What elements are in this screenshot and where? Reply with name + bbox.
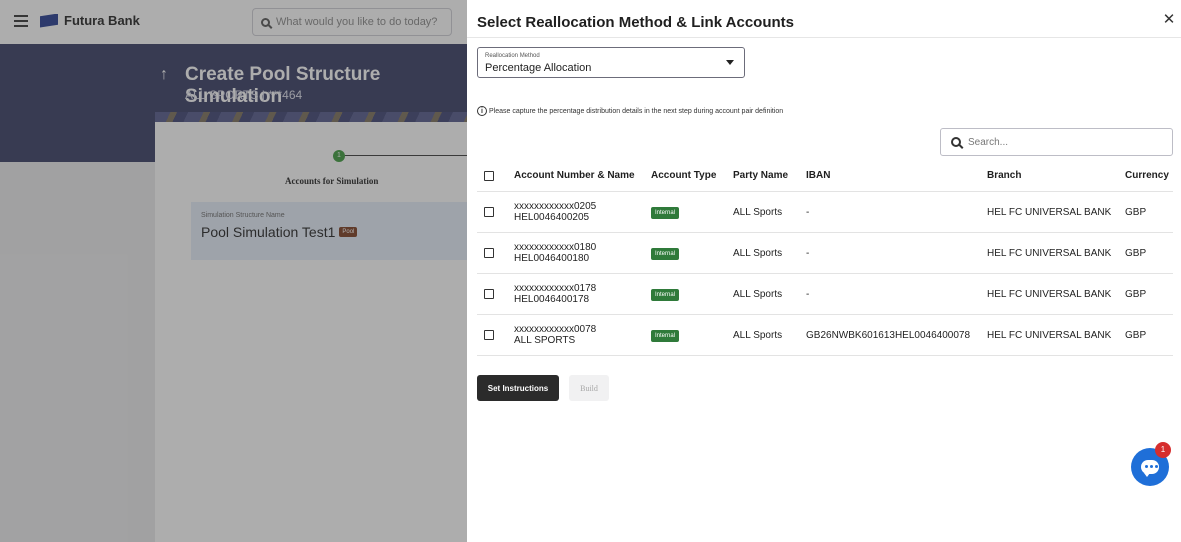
party-name: ALL Sports — [733, 288, 783, 300]
build-button: Build — [569, 375, 609, 401]
account-type-badge: Internal — [651, 288, 680, 301]
iban: - — [806, 247, 810, 259]
table-header: Account Number & Name Account Type Party… — [477, 160, 1173, 192]
background-app: Futura Bank What would you like to do to… — [0, 0, 467, 542]
branch: HEL FC UNIVERSAL BANK — [987, 247, 1112, 259]
account-number: xxxxxxxxxxxx0180 — [514, 242, 597, 253]
table-row[interactable]: xxxxxxxxxxxx0078 ALL SPORTS Internal ALL… — [477, 315, 1173, 356]
branch: HEL FC UNIVERSAL BANK — [987, 288, 1112, 300]
currency: GBP — [1125, 247, 1147, 259]
notification-badge: 1 — [1155, 442, 1171, 458]
account-name: HEL0046400180 — [514, 253, 590, 264]
branch: HEL FC UNIVERSAL BANK — [987, 329, 1112, 341]
chat-dots-icon — [1145, 465, 1158, 468]
account-search-placeholder: Search... — [968, 136, 1009, 148]
column-header-branch[interactable]: Branch — [975, 170, 1113, 181]
iban: GB26NWBK601613HEL0046400078 — [806, 329, 971, 341]
currency: GBP — [1125, 288, 1147, 300]
chevron-down-icon — [726, 60, 734, 65]
close-icon[interactable]: ✕ — [1161, 12, 1177, 28]
accounts-table: Account Number & Name Account Type Party… — [477, 160, 1173, 356]
column-header-type[interactable]: Account Type — [639, 170, 721, 181]
reallocation-drawer: Select Reallocation Method & Link Accoun… — [467, 0, 1181, 542]
currency: GBP — [1125, 206, 1147, 218]
account-name: HEL0046400178 — [514, 294, 590, 305]
account-type-badge: Internal — [651, 247, 680, 260]
account-cell: xxxxxxxxxxxx0178 HEL0046400178 — [502, 283, 639, 305]
select-all-checkbox[interactable] — [484, 170, 494, 181]
account-name: HEL0046400205 — [514, 212, 590, 223]
account-number: xxxxxxxxxxxx0178 — [514, 283, 597, 294]
account-cell: xxxxxxxxxxxx0078 ALL SPORTS — [502, 324, 639, 346]
party-name: ALL Sports — [733, 206, 783, 218]
column-header-iban[interactable]: IBAN — [794, 170, 975, 181]
iban: - — [806, 288, 810, 300]
reallocation-method-label: Reallocation Method — [485, 53, 540, 59]
column-header-account[interactable]: Account Number & Name — [502, 170, 639, 181]
row-checkbox[interactable] — [484, 248, 494, 258]
row-checkbox[interactable] — [484, 289, 494, 299]
row-checkbox[interactable] — [484, 330, 494, 340]
account-number: xxxxxxxxxxxx0078 — [514, 324, 597, 335]
party-name: ALL Sports — [733, 329, 783, 341]
account-type-badge: Internal — [651, 206, 680, 219]
header-divider — [467, 37, 1181, 38]
reallocation-method-value: Percentage Allocation — [485, 62, 592, 74]
account-cell: xxxxxxxxxxxx0180 HEL0046400180 — [502, 242, 639, 264]
iban: - — [806, 206, 810, 218]
set-instructions-button[interactable]: Set Instructions — [477, 375, 559, 401]
currency: GBP — [1125, 329, 1147, 341]
account-cell: xxxxxxxxxxxx0205 HEL0046400205 — [502, 201, 639, 223]
table-row[interactable]: xxxxxxxxxxxx0205 HEL0046400205 Internal … — [477, 192, 1173, 233]
account-number: xxxxxxxxxxxx0205 — [514, 201, 597, 212]
modal-overlay[interactable] — [0, 0, 467, 542]
info-icon: i — [477, 106, 487, 116]
account-name: ALL SPORTS — [514, 335, 576, 346]
info-message: i Please capture the percentage distribu… — [477, 106, 783, 116]
branch: HEL FC UNIVERSAL BANK — [987, 206, 1112, 218]
info-text: Please capture the percentage distributi… — [489, 107, 784, 115]
column-header-currency[interactable]: Currency — [1113, 170, 1173, 181]
account-type-badge: Internal — [651, 329, 680, 342]
table-row[interactable]: xxxxxxxxxxxx0178 HEL0046400178 Internal … — [477, 274, 1173, 315]
search-icon — [951, 137, 961, 147]
table-row[interactable]: xxxxxxxxxxxx0180 HEL0046400180 Internal … — [477, 233, 1173, 274]
chat-button[interactable]: 1 — [1131, 442, 1171, 486]
party-name: ALL Sports — [733, 247, 783, 259]
reallocation-method-select[interactable]: Reallocation Method Percentage Allocatio… — [477, 47, 745, 78]
column-header-party[interactable]: Party Name — [721, 170, 794, 181]
account-search-input[interactable]: Search... — [940, 128, 1173, 156]
row-checkbox[interactable] — [484, 207, 494, 217]
drawer-title: Select Reallocation Method & Link Accoun… — [477, 14, 794, 31]
